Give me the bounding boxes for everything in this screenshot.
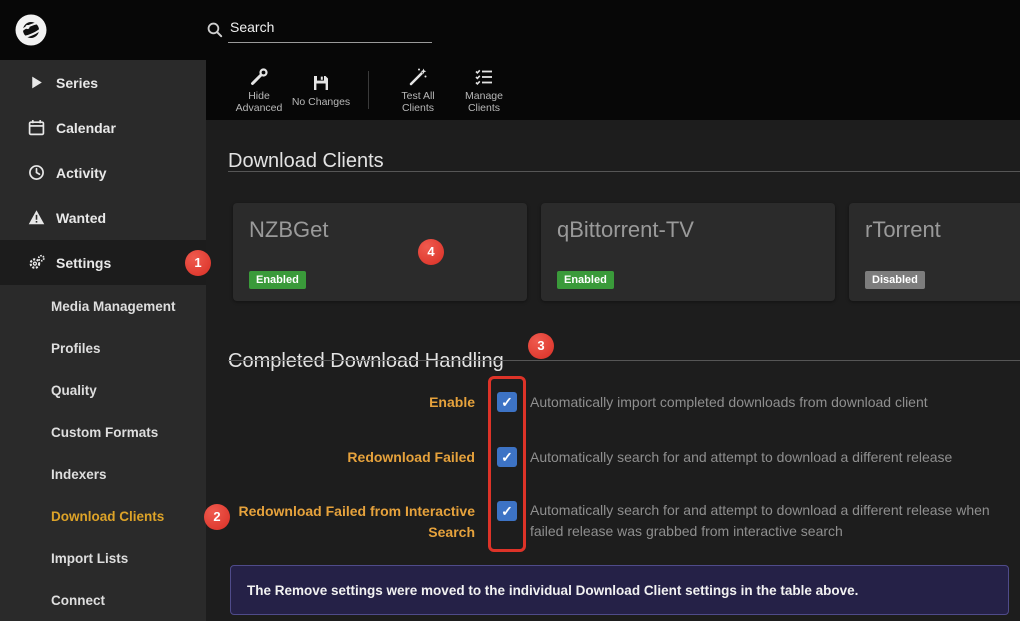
- client-name: NZBGet: [249, 217, 328, 243]
- sidebar-child-label: Connect: [51, 593, 105, 608]
- annotation-marker-3: 3: [528, 333, 554, 359]
- sidebar-item-series[interactable]: Series: [0, 60, 206, 105]
- redownload-failed-interactive-label: Redownload Failed from Interactive Searc…: [228, 501, 475, 543]
- section-divider: [228, 171, 1020, 172]
- sidebar-item-quality[interactable]: Quality: [0, 369, 206, 411]
- client-card-rtorrent[interactable]: rTorrent Disabled: [849, 203, 1020, 301]
- completed-download-handling-title: Completed Download Handling: [228, 350, 504, 373]
- sidebar-item-calendar[interactable]: Calendar: [0, 105, 206, 150]
- status-badge: Enabled: [249, 271, 306, 289]
- clock-icon: [28, 164, 45, 181]
- sidebar-item-download-clients[interactable]: Download Clients: [0, 495, 206, 537]
- list-check-icon: [474, 67, 494, 87]
- annotation-marker-1: 1: [185, 250, 211, 276]
- no-changes-button[interactable]: No Changes: [290, 73, 352, 108]
- calendar-icon: [28, 119, 45, 136]
- toolbar-button-label: Hide Advanced: [236, 90, 283, 114]
- toolbar-button-label: Manage Clients: [465, 90, 503, 114]
- sidebar-child-label: Download Clients: [51, 509, 164, 524]
- client-card-nzbget[interactable]: NZBGet Enabled: [233, 203, 527, 301]
- client-name: qBittorrent-TV: [557, 217, 694, 243]
- sidebar-item-connect[interactable]: Connect: [0, 579, 206, 621]
- sidebar-child-label: Indexers: [51, 467, 107, 482]
- redownload-failed-label: Redownload Failed: [228, 447, 475, 468]
- search-icon: [206, 21, 223, 38]
- download-client-cards: NZBGet Enabled qBittorrent-TV Enabled rT…: [233, 203, 1020, 301]
- settings-content: Download Clients NZBGet Enabled qBittorr…: [206, 120, 1020, 621]
- gears-icon: [28, 254, 45, 271]
- info-alert-text: The Remove settings were moved to the in…: [247, 583, 858, 598]
- sidebar-item-label: Settings: [56, 255, 111, 271]
- download-clients-title: Download Clients: [228, 150, 384, 173]
- sidebar-item-label: Calendar: [56, 120, 116, 136]
- sidebar-item-import-lists[interactable]: Import Lists: [0, 537, 206, 579]
- page-toolbar: Hide Advanced No Changes Test All Client…: [206, 60, 1020, 120]
- red-highlight-box: [488, 376, 526, 552]
- sidebar-child-label: Custom Formats: [51, 425, 158, 440]
- info-alert: The Remove settings were moved to the in…: [230, 565, 1009, 615]
- app-window: Series Calendar Activity Wanted Settings: [0, 0, 1020, 621]
- play-icon: [28, 74, 45, 91]
- app-logo-icon[interactable]: [14, 13, 48, 47]
- sidebar-item-label: Activity: [56, 165, 107, 181]
- status-badge: Disabled: [865, 271, 925, 289]
- save-icon: [311, 73, 331, 93]
- sidebar-item-indexers[interactable]: Indexers: [0, 453, 206, 495]
- sidebar-child-label: Import Lists: [51, 551, 128, 566]
- redownload-failed-help-text: Automatically search for and attempt to …: [530, 447, 1008, 468]
- section-divider: [228, 360, 1020, 361]
- sidebar-child-label: Profiles: [51, 341, 101, 356]
- redownload-failed-interactive-help-text: Automatically search for and attempt to …: [530, 500, 1008, 541]
- client-card-qbittorrent-tv[interactable]: qBittorrent-TV Enabled: [541, 203, 835, 301]
- sidebar-item-label: Series: [56, 75, 98, 91]
- warning-triangle-icon: [28, 209, 45, 226]
- enable-help-text: Automatically import completed downloads…: [530, 392, 1008, 413]
- sidebar-child-label: Quality: [51, 383, 97, 398]
- hide-advanced-button[interactable]: Hide Advanced: [228, 67, 290, 114]
- sidebar-item-profiles[interactable]: Profiles: [0, 327, 206, 369]
- status-badge: Enabled: [557, 271, 614, 289]
- toolbar-button-label: Test All Clients: [401, 90, 434, 114]
- sidebar-item-media-management[interactable]: Media Management: [0, 285, 206, 327]
- top-bar: [0, 0, 1020, 60]
- sidebar-item-custom-formats[interactable]: Custom Formats: [0, 411, 206, 453]
- sidebar-item-activity[interactable]: Activity: [0, 150, 206, 195]
- sidebar-item-wanted[interactable]: Wanted: [0, 195, 206, 240]
- manage-clients-button[interactable]: Manage Clients: [451, 67, 517, 114]
- sidebar-item-settings[interactable]: Settings: [0, 240, 206, 285]
- toolbar-button-label: No Changes: [292, 96, 350, 108]
- enable-label: Enable: [228, 392, 475, 413]
- annotation-marker-2: 2: [204, 504, 230, 530]
- sidebar-item-label: Wanted: [56, 210, 106, 226]
- wrench-icon: [249, 67, 269, 87]
- annotation-marker-4: 4: [418, 239, 444, 265]
- wand-icon: [408, 67, 428, 87]
- toolbar-separator: [368, 71, 369, 109]
- sidebar: Series Calendar Activity Wanted Settings: [0, 60, 206, 621]
- sidebar-child-label: Media Management: [51, 299, 176, 314]
- client-name: rTorrent: [865, 217, 941, 243]
- search-input[interactable]: [228, 12, 432, 43]
- test-all-clients-button[interactable]: Test All Clients: [385, 67, 451, 114]
